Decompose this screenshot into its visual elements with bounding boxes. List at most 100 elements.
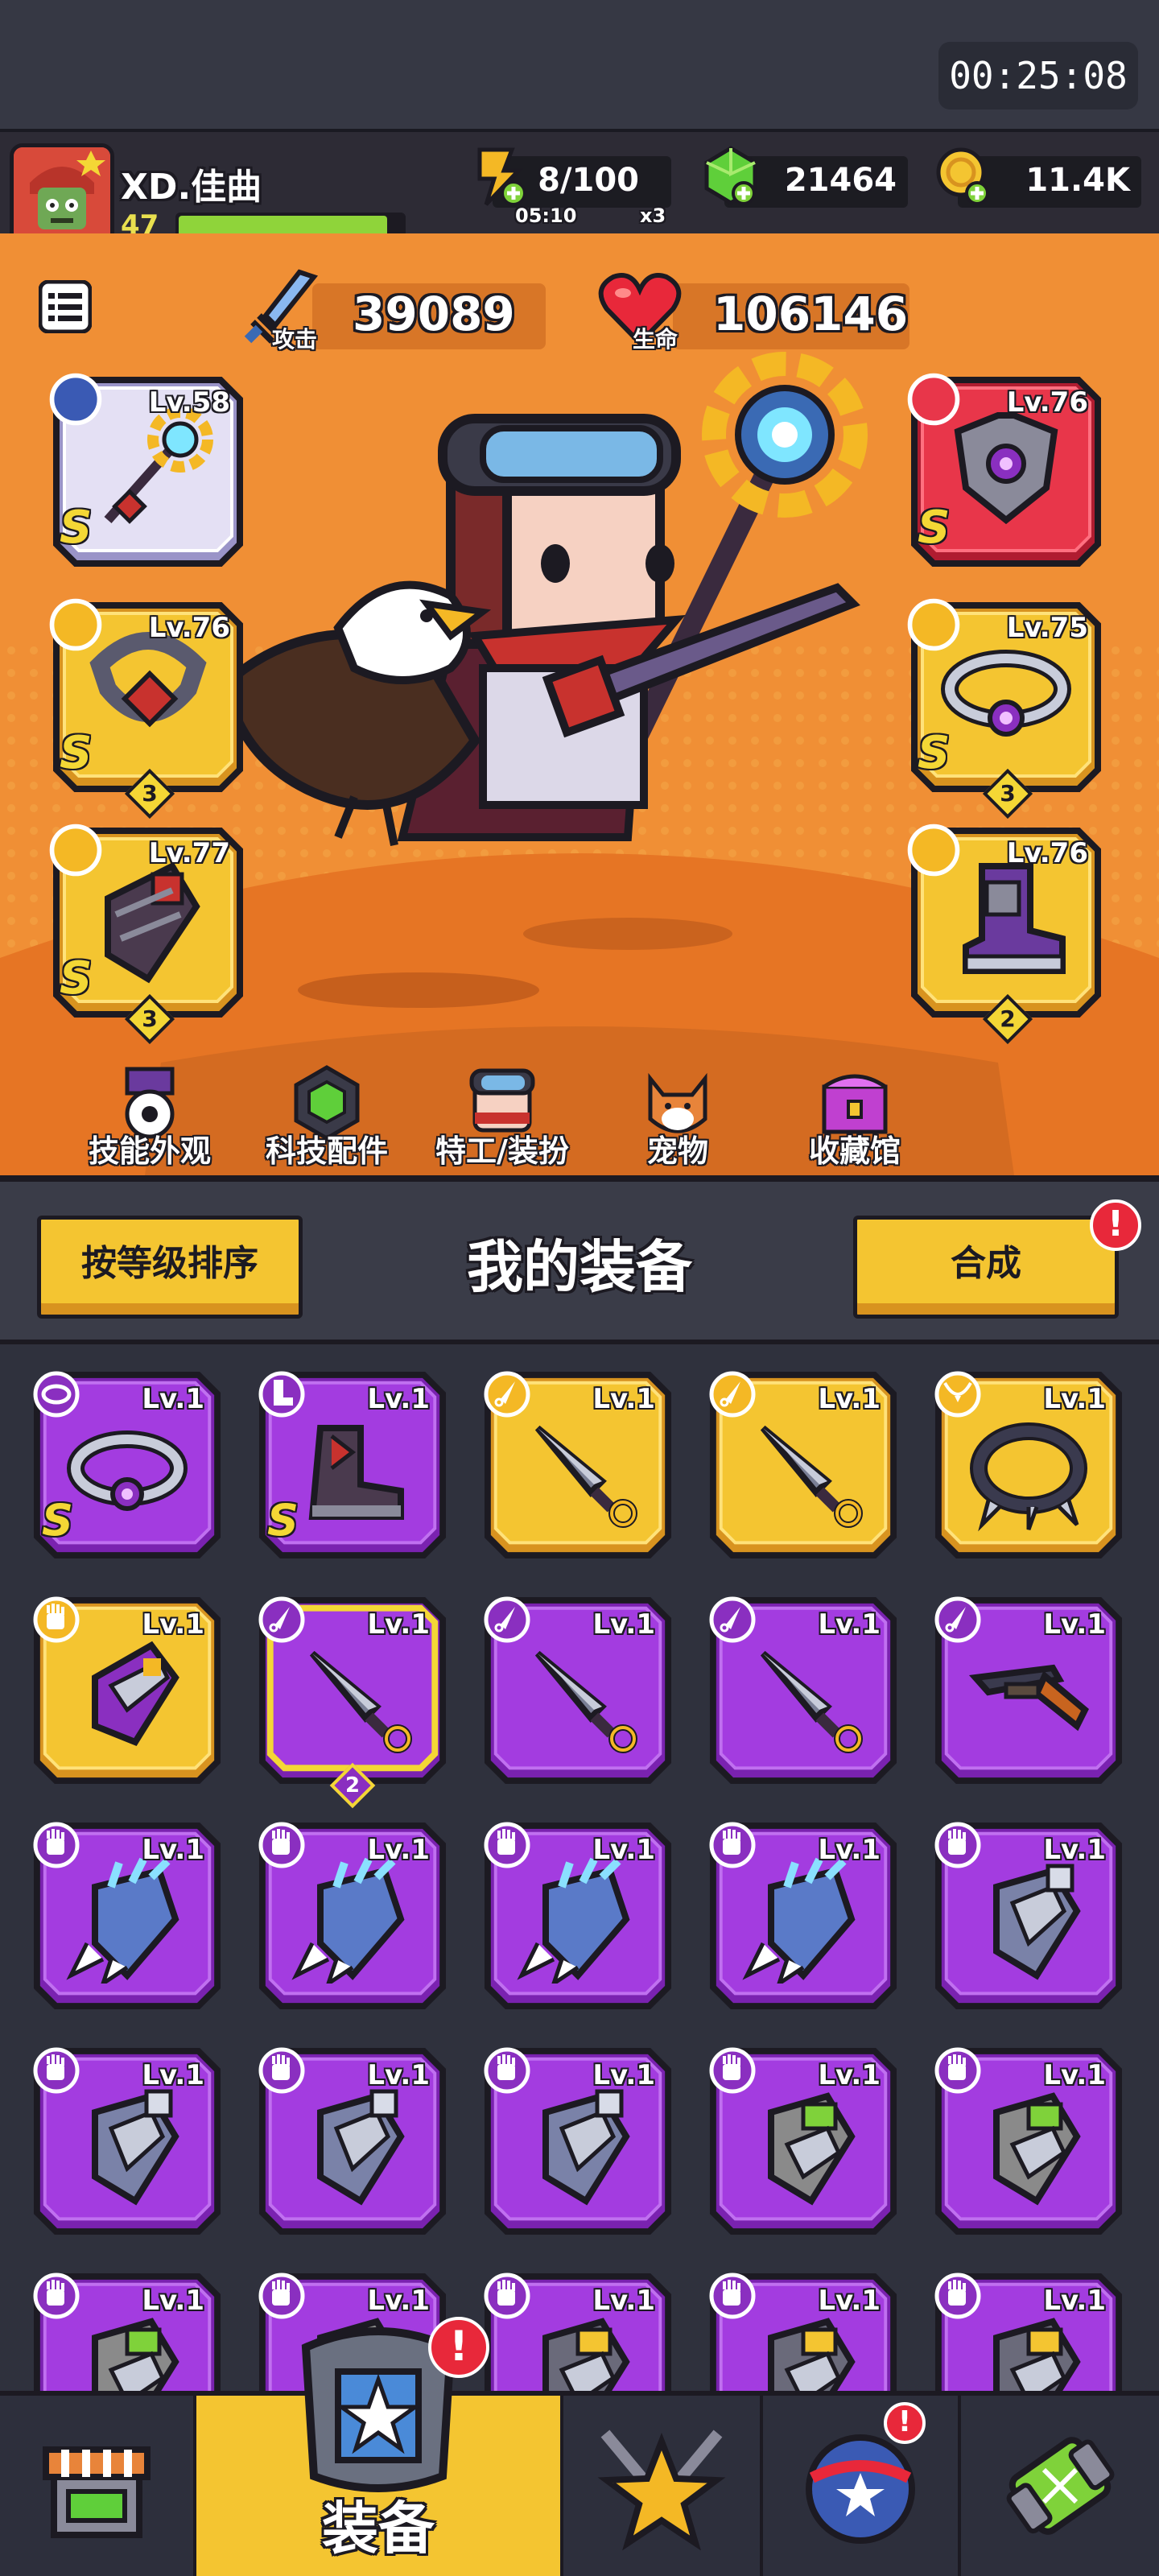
green-glove-icon bbox=[92, 2318, 179, 2391]
inventory-item[interactable]: Lv.1 bbox=[32, 2272, 222, 2391]
item-level: Lv.1 bbox=[592, 1383, 655, 1415]
equipped-slot-belt[interactable]: Lv.75 S 3 bbox=[907, 598, 1103, 819]
equipped-level: Lv.75 bbox=[1006, 612, 1088, 644]
status-bar: 00:25:08 bbox=[0, 0, 1159, 129]
inventory-item[interactable]: Lv.1 bbox=[483, 1596, 673, 1785]
nav-star-orb[interactable]: ! bbox=[763, 2396, 961, 2576]
inventory-item[interactable]: Lv.1 bbox=[934, 2272, 1124, 2391]
item-level: Lv.1 bbox=[367, 2285, 430, 2317]
item-level: Lv.1 bbox=[1043, 1834, 1106, 1866]
inventory-item[interactable]: Lv.1 bbox=[708, 1596, 898, 1785]
green-glove-icon bbox=[768, 2092, 856, 2206]
item-level: Lv.1 bbox=[818, 2059, 881, 2091]
hero-panel: 39089 攻击 106146 生命 Lv.58 S Lv.76 S 3 Lv.77 S… bbox=[0, 233, 1159, 1175]
nav-lab[interactable] bbox=[961, 2396, 1159, 2576]
inventory-item[interactable]: Lv.1 bbox=[32, 2046, 222, 2236]
item-level: Lv.1 bbox=[142, 2059, 204, 2091]
inventory-item[interactable]: Lv.1 bbox=[32, 1596, 222, 1785]
claw-icon bbox=[742, 1857, 856, 1984]
energy-value: 8/100 bbox=[538, 162, 639, 199]
glove-icon bbox=[934, 2273, 981, 2319]
inventory-item[interactable]: Lv.1 bbox=[483, 1821, 673, 2011]
inventory-item[interactable]: Lv.1 bbox=[258, 2046, 448, 2236]
item-level: Lv.1 bbox=[367, 1608, 430, 1641]
equipped-level: Lv.77 bbox=[148, 837, 230, 869]
dna-capsule-icon bbox=[1006, 2437, 1115, 2535]
glove-icon bbox=[484, 2047, 530, 2094]
inventory-item[interactable]: Lv.1 bbox=[934, 2046, 1124, 2236]
item-level: Lv.1 bbox=[142, 1834, 204, 1866]
energy-counter[interactable]: 8/100 bbox=[477, 147, 671, 208]
category-label: 科技配件 bbox=[265, 1133, 388, 1169]
boot-icon bbox=[258, 1371, 305, 1418]
inventory-item[interactable]: Lv.1 bbox=[934, 1596, 1124, 1785]
category-label: 特工/装扮 bbox=[435, 1133, 569, 1169]
coin-value: 11.4K bbox=[1025, 162, 1130, 199]
equipped-slot-weapon[interactable]: Lv.58 S bbox=[49, 373, 245, 568]
category-pet[interactable]: 宠物 bbox=[597, 1063, 758, 1175]
item-level: Lv.1 bbox=[592, 2059, 655, 2091]
category-skill-skin[interactable]: 技能外观 bbox=[69, 1063, 230, 1175]
category-tech-part[interactable]: 科技配件 bbox=[246, 1063, 407, 1175]
kunai-icon bbox=[709, 1596, 756, 1643]
inventory-item[interactable]: Lv.1 bbox=[483, 1370, 673, 1560]
gold-glove-icon bbox=[768, 2318, 856, 2391]
item-level: Lv.1 bbox=[142, 1383, 204, 1415]
inventory-item[interactable]: Lv.1 bbox=[708, 1370, 898, 1560]
equipped-slot-armor[interactable]: Lv.76 S bbox=[907, 373, 1103, 568]
glove-icon bbox=[484, 2273, 530, 2319]
inventory-item[interactable]: Lv.1 bbox=[708, 1821, 898, 2011]
nav-shop[interactable] bbox=[0, 2396, 196, 2576]
inventory-item[interactable]: Lv.1 2 bbox=[258, 1596, 448, 1809]
inventory-item[interactable]: Lv.1 bbox=[708, 2272, 898, 2391]
coin-counter[interactable]: 11.4K bbox=[936, 147, 1141, 208]
belt-icon bbox=[33, 1371, 80, 1418]
nav-battle[interactable] bbox=[563, 2396, 763, 2576]
kunai-icon bbox=[309, 1650, 412, 1753]
nav-equipment[interactable]: 装备 ! bbox=[196, 2317, 563, 2576]
steel-glove-icon bbox=[92, 2089, 179, 2206]
item-level: Lv.1 bbox=[367, 1834, 430, 1866]
shotgun-icon bbox=[968, 1664, 1089, 1732]
health-stat: 106146 生命 bbox=[598, 273, 909, 353]
health-label: 生命 bbox=[633, 326, 678, 353]
equipped-slot-gloves[interactable]: Lv.77 S 3 bbox=[49, 824, 245, 1045]
glove-icon bbox=[49, 824, 102, 877]
boot-icon bbox=[907, 824, 960, 877]
player-avatar[interactable] bbox=[10, 143, 114, 248]
inventory-item[interactable]: Lv.1 bbox=[258, 1821, 448, 2011]
gem-counter[interactable]: 21464 bbox=[704, 146, 908, 208]
equipped-slot-necklace[interactable]: Lv.76 S 3 bbox=[49, 598, 245, 819]
shirt-icon bbox=[907, 373, 960, 426]
item-level: Lv.1 bbox=[818, 2285, 881, 2317]
merge-button[interactable]: 合成 bbox=[853, 1216, 1119, 1319]
merge-button-label: 合成 bbox=[951, 1243, 1021, 1284]
inventory-item[interactable]: Lv.1 bbox=[708, 2046, 898, 2236]
inventory-item[interactable]: Lv.1 bbox=[483, 2046, 673, 2236]
item-count: 2 bbox=[344, 1773, 361, 1798]
item-level: Lv.1 bbox=[818, 1383, 881, 1415]
glove-icon bbox=[709, 2047, 756, 2094]
inventory-item[interactable]: Lv.1 S bbox=[32, 1370, 222, 1560]
inventory-item[interactable]: Lv.1 bbox=[934, 1821, 1124, 2011]
steel-glove-icon bbox=[993, 1864, 1081, 1980]
equipped-slot-boots[interactable]: Lv.76 2 bbox=[907, 824, 1103, 1045]
category-collection[interactable]: 收藏馆 bbox=[774, 1063, 935, 1175]
item-level: Lv.1 bbox=[367, 2059, 430, 2091]
claw-icon bbox=[291, 1857, 405, 1984]
inventory-item[interactable]: Lv.1 S bbox=[258, 1370, 448, 1560]
glove-icon bbox=[258, 2047, 305, 2094]
glove-icon bbox=[33, 2047, 80, 2094]
equipped-level: Lv.76 bbox=[148, 612, 230, 644]
category-agent[interactable]: 特工/装扮 bbox=[422, 1063, 583, 1175]
belt-icon bbox=[907, 598, 960, 651]
equipped-grade: S bbox=[918, 727, 951, 779]
equipment-inventory-grid: Lv.1 S Lv.1 S Lv.1 Lv.1 Lv.1 Lv.1 Lv.1 2 Lv… bbox=[0, 1344, 1159, 2391]
menu-list-icon[interactable] bbox=[39, 280, 92, 333]
equipped-grade: S bbox=[60, 727, 93, 779]
inventory-item[interactable]: Lv.1 bbox=[32, 1821, 222, 2011]
inventory-item[interactable]: Lv.1 bbox=[934, 1370, 1124, 1560]
orb-alert-badge: ! bbox=[884, 2402, 926, 2444]
equipped-count: 3 bbox=[142, 1005, 158, 1032]
inventory-item[interactable]: Lv.1 bbox=[483, 2272, 673, 2391]
